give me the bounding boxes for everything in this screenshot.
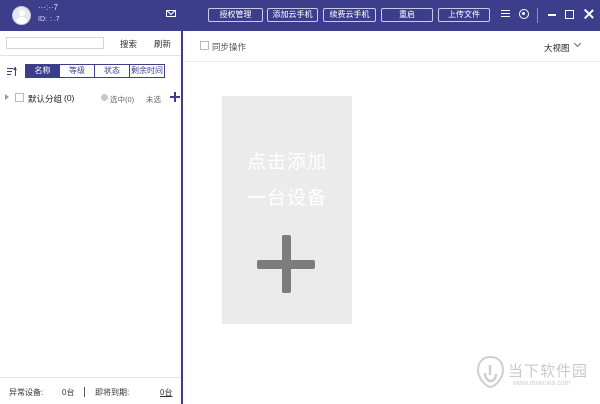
abnormal-devices-label: 异常设备: xyxy=(9,388,44,397)
abnormal-devices-value: 0台 xyxy=(62,388,75,397)
search-input[interactable] xyxy=(6,37,104,49)
expiring-label: 即将到期: xyxy=(95,388,130,397)
plus-icon xyxy=(257,235,315,293)
gear-icon[interactable] xyxy=(519,9,529,19)
user-id-value: : .7 xyxy=(49,16,60,23)
restart-button[interactable]: 重启 xyxy=(381,8,433,22)
sort-tabs: 名称 等级 状态 剩余时间 xyxy=(25,64,165,78)
maximize-icon[interactable] xyxy=(565,10,574,19)
header-divider xyxy=(183,61,600,62)
search-button[interactable]: 搜索 xyxy=(120,38,137,50)
expand-icon[interactable] xyxy=(5,94,9,100)
tab-level[interactable]: 等级 xyxy=(59,64,95,78)
add-group-icon[interactable] xyxy=(170,92,180,102)
toolbar-divider xyxy=(0,55,181,56)
add-cloud-phone-button[interactable]: 添加云手机 xyxy=(267,8,318,22)
add-device-card[interactable]: 点击添加 一台设备 xyxy=(222,96,352,324)
group-row[interactable]: 默认分组 (0) 选中(0) 未选 xyxy=(0,91,181,105)
menu-icon[interactable] xyxy=(500,8,512,20)
expiring-value[interactable]: 0台 xyxy=(160,387,172,398)
renew-cloud-phone-button[interactable]: 续费云手机 xyxy=(323,8,376,22)
mail-icon[interactable] xyxy=(166,10,176,17)
chevron-down-icon[interactable] xyxy=(573,39,582,48)
refresh-button[interactable]: 刷新 xyxy=(154,38,171,50)
title-bar: ···:··7 ID:: .7 授权管理 添加云手机 续费云手机 重启 上传文件 xyxy=(0,0,600,31)
tab-status[interactable]: 状态 xyxy=(94,64,130,78)
sync-label[interactable]: 同步操作 xyxy=(212,41,246,53)
close-icon[interactable] xyxy=(583,8,595,20)
group-count: (0) xyxy=(64,93,75,103)
tab-name[interactable]: 名称 xyxy=(25,64,60,78)
device-view-panel: 同步操作 大视图 点击添加 一台设备 xyxy=(183,31,600,404)
unselected-button[interactable]: 未选 xyxy=(146,94,161,105)
sort-icon[interactable] xyxy=(7,66,19,77)
add-card-line2: 一台设备 xyxy=(246,188,327,209)
footer-divider xyxy=(84,387,85,397)
tab-remaining-time[interactable]: 剩余时间 xyxy=(129,64,165,78)
minimize-icon[interactable] xyxy=(546,8,558,20)
device-list-panel: 搜索 刷新 名称 等级 状态 剩余时间 默认分组 (0) 选中(0) 未选 异常… xyxy=(0,31,181,404)
user-name: ···:··7 xyxy=(38,3,58,12)
avatar[interactable] xyxy=(12,6,31,25)
view-mode-select[interactable]: 大视图 xyxy=(544,42,570,54)
selected-count[interactable]: 选中(0) xyxy=(110,94,134,105)
selected-dot-icon xyxy=(101,94,108,101)
watermark-logo-icon xyxy=(477,356,504,388)
sync-checkbox[interactable] xyxy=(200,41,209,50)
watermark-text: 当下软件园 xyxy=(508,363,589,380)
user-id: ID:: .7 xyxy=(38,16,60,23)
upload-file-button[interactable]: 上传文件 xyxy=(438,8,490,22)
titlebar-divider xyxy=(537,8,538,23)
group-checkbox[interactable] xyxy=(15,93,24,102)
add-card-line1: 点击添加 xyxy=(246,152,327,173)
watermark-url: www.downxia.com xyxy=(513,380,571,387)
license-management-button[interactable]: 授权管理 xyxy=(208,8,263,22)
user-id-label: ID: xyxy=(38,16,47,23)
status-footer: 异常设备: 0台 即将到期: 0台 xyxy=(0,377,181,404)
group-name: 默认分组 xyxy=(28,94,63,104)
